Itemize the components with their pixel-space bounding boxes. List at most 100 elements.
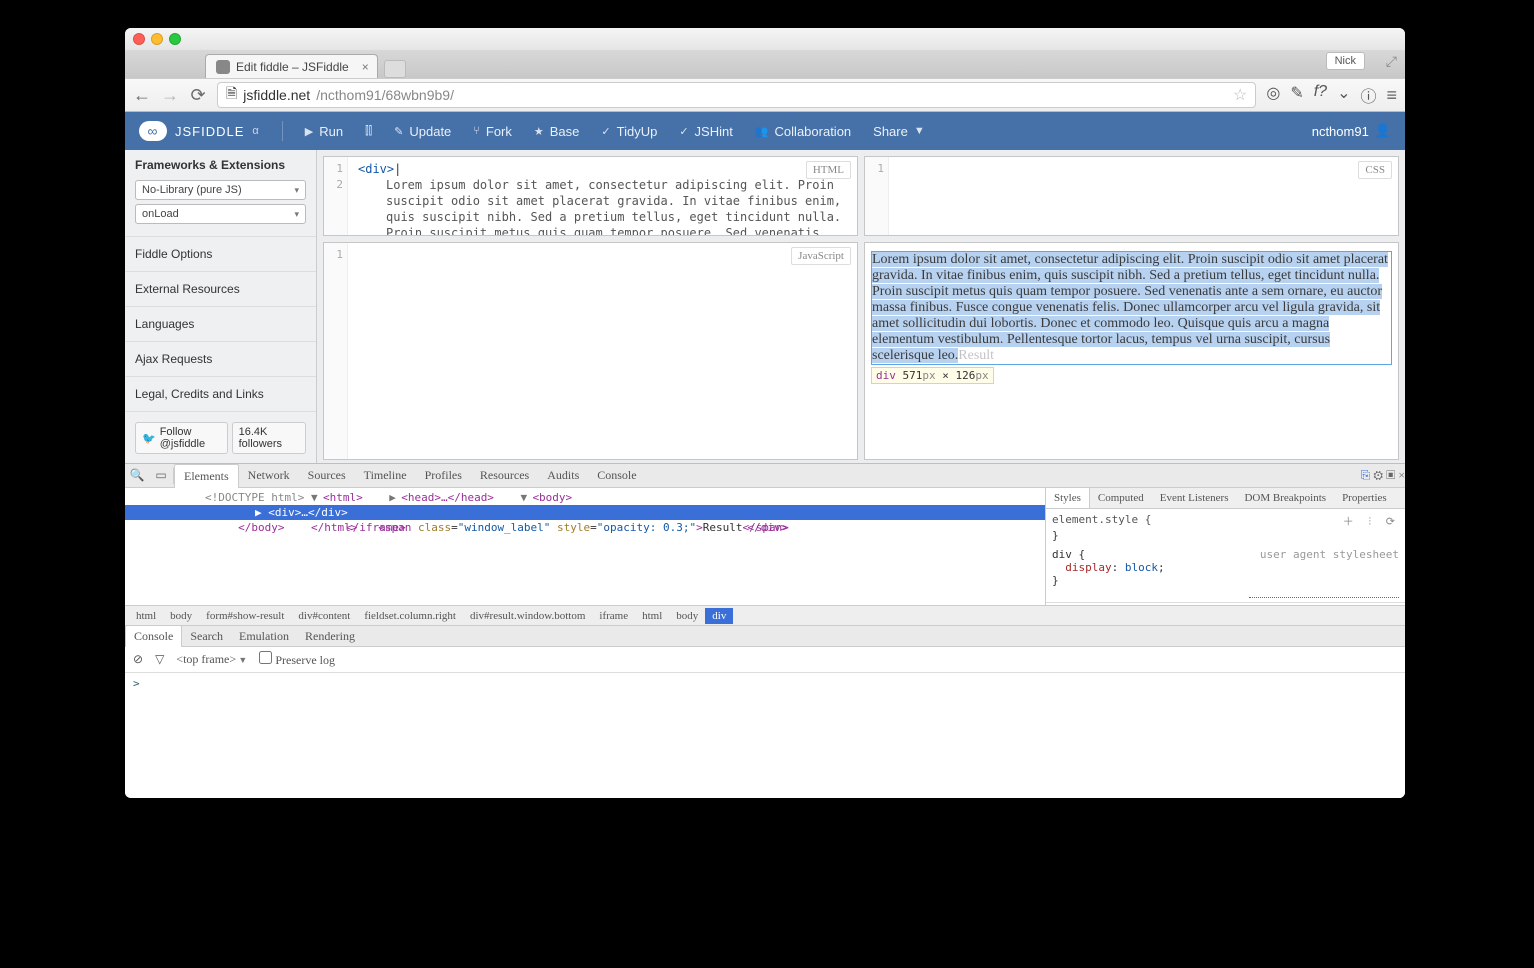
jsfiddle-header: JSFIDDLE α ▶Run ⫿⫿ ✎Update ⑂Fork ★Base ✓… <box>125 112 1405 150</box>
styles-tab-styles[interactable]: Styles <box>1046 488 1090 508</box>
people-icon: 👥 <box>755 125 769 138</box>
fork-button[interactable]: ⑂Fork <box>473 124 512 139</box>
crumb[interactable]: form#show-result <box>199 608 291 624</box>
twitter-follow-button[interactable]: 🐦Follow @jsfiddle <box>135 422 228 454</box>
sidebar-item-legal[interactable]: Legal, Credits and Links <box>125 377 316 412</box>
chrome-user-badge[interactable]: Nick <box>1326 52 1365 70</box>
url-host: jsfiddle.net <box>243 87 310 103</box>
jshint-button[interactable]: ✓JSHint <box>679 124 733 139</box>
filter-icon[interactable]: ▽ <box>155 652 164 667</box>
url-input[interactable]: 🗎 jsfiddle.net/ncthom91/68wbn9b9/ ☆ <box>217 82 1256 108</box>
stats-button[interactable]: ⫿⫿ <box>365 125 372 138</box>
frame-select[interactable]: <top frame> <box>176 652 247 667</box>
styles-panel: Styles Computed Event Listeners DOM Brea… <box>1045 488 1405 605</box>
crumb[interactable]: html <box>129 608 163 624</box>
jsfiddle-logo[interactable]: JSFIDDLE α <box>139 121 260 141</box>
ext-icon-3[interactable]: f? <box>1314 83 1327 107</box>
new-tab-button[interactable] <box>384 60 406 78</box>
fork-icon: ⑂ <box>473 125 480 137</box>
dock-icon[interactable]: ▣ <box>1386 468 1395 482</box>
elements-selected-node[interactable]: ▶ <div>…</div> <box>125 505 1045 520</box>
crumb[interactable]: fieldset.column.right <box>357 608 463 624</box>
js-pane[interactable]: JavaScript 1 <box>323 242 858 460</box>
close-devtools-icon[interactable]: × <box>1398 468 1405 482</box>
collaboration-button[interactable]: 👥Collaboration <box>755 124 851 139</box>
app-name: JSFIDDLE <box>175 124 244 139</box>
drawer-tab-rendering[interactable]: Rendering <box>297 626 363 647</box>
crumb[interactable]: html <box>635 608 669 624</box>
crumb[interactable]: iframe <box>592 608 635 624</box>
url-path: /ncthom91/68wbn9b9/ <box>316 87 454 103</box>
gear-icon[interactable]: ⚙ <box>1373 468 1383 482</box>
maximize-window-icon[interactable] <box>169 33 181 45</box>
crumb[interactable]: div#result.window.bottom <box>463 608 592 624</box>
user-icon: 👤 <box>1375 123 1391 139</box>
drawer-tab-emulation[interactable]: Emulation <box>231 626 297 647</box>
crumb-active[interactable]: div <box>705 608 733 624</box>
drawer-tabs: Console Search Emulation Rendering <box>125 625 1405 647</box>
styles-tab-dom-breakpoints[interactable]: DOM Breakpoints <box>1236 488 1334 508</box>
sidebar-item-ajax-requests[interactable]: Ajax Requests <box>125 342 316 377</box>
reload-button[interactable]: ⟳ <box>189 85 207 106</box>
drawer-tab-console[interactable]: Console <box>125 625 182 648</box>
devtools-tab-resources[interactable]: Resources <box>471 464 538 487</box>
result-pane-label: Result <box>958 348 994 363</box>
chrome-menu-icon[interactable]: ≡ <box>1386 85 1397 106</box>
devtools-tab-sources[interactable]: Sources <box>299 464 355 487</box>
styles-tab-computed[interactable]: Computed <box>1090 488 1152 508</box>
tab-close-icon[interactable]: × <box>362 60 369 74</box>
base-button[interactable]: ★Base <box>534 124 580 139</box>
html-pane[interactable]: HTML 12 <div> Lorem ipsum dolor sit amet… <box>323 156 858 236</box>
update-button[interactable]: ✎Update <box>394 124 451 139</box>
mac-titlebar <box>125 28 1405 50</box>
twitter-icon: 🐦 <box>142 432 156 445</box>
styles-tab-properties[interactable]: Properties <box>1334 488 1395 508</box>
devtools-tab-console[interactable]: Console <box>588 464 645 487</box>
elements-tree[interactable]: <!DOCTYPE html> ▼<html> ▶<head>…</head> … <box>125 488 1045 605</box>
sidebar-item-languages[interactable]: Languages <box>125 307 316 342</box>
play-icon: ▶ <box>305 125 313 138</box>
share-button[interactable]: Share ▼ <box>873 124 925 139</box>
browser-tab[interactable]: Edit fiddle – JSFiddle × <box>205 54 378 78</box>
drawer-tab-search[interactable]: Search <box>182 626 231 647</box>
device-icon[interactable]: ▭ <box>149 468 173 483</box>
browser-tabstrip: Edit fiddle – JSFiddle × Nick ⤢ <box>125 50 1405 78</box>
devtools-tab-audits[interactable]: Audits <box>538 464 588 487</box>
pane-label-js: JavaScript <box>791 247 851 265</box>
console-output[interactable]: > <box>125 673 1405 798</box>
devtools-tab-elements[interactable]: Elements <box>174 464 239 489</box>
sidebar-item-external-resources[interactable]: External Resources <box>125 272 316 307</box>
bookmark-star-icon[interactable]: ☆ <box>1233 85 1247 105</box>
devtools-tab-timeline[interactable]: Timeline <box>355 464 416 487</box>
ext-info-icon[interactable]: ⓘ <box>1360 83 1376 107</box>
check-icon: ✓ <box>601 125 610 138</box>
styles-toolbar-icons[interactable]: ＋ ⫶ ⟳ <box>1343 513 1399 529</box>
forward-button[interactable]: → <box>161 85 179 106</box>
onload-select[interactable]: onLoad▾ <box>135 204 306 224</box>
crumb[interactable]: body <box>669 608 705 624</box>
clear-console-icon[interactable]: ⊘ <box>133 652 143 667</box>
tidyup-button[interactable]: ✓TidyUp <box>601 124 657 139</box>
preserve-log-checkbox[interactable]: Preserve log <box>259 651 335 668</box>
back-button[interactable]: ← <box>133 85 151 106</box>
devtools-tab-network[interactable]: Network <box>239 464 299 487</box>
fullscreen-icon[interactable]: ⤢ <box>1386 53 1397 70</box>
run-button[interactable]: ▶Run <box>305 124 343 139</box>
jsfiddle-user[interactable]: ncthom91👤 <box>1312 123 1391 139</box>
ext-eyedropper-icon[interactable]: ✎ <box>1290 83 1303 107</box>
minimize-window-icon[interactable] <box>151 33 163 45</box>
inspect-icon[interactable]: 🔍 <box>125 468 149 483</box>
drawer-toggle-icon[interactable]: ⎘ <box>1361 468 1371 482</box>
app-suffix: α <box>252 125 259 137</box>
sidebar-item-fiddle-options[interactable]: Fiddle Options <box>125 237 316 272</box>
devtools-tab-profiles[interactable]: Profiles <box>416 464 471 487</box>
css-pane[interactable]: CSS 1 <box>864 156 1399 236</box>
crumb[interactable]: div#content <box>291 608 357 624</box>
close-window-icon[interactable] <box>133 33 145 45</box>
crumb[interactable]: body <box>163 608 199 624</box>
styles-tab-event-listeners[interactable]: Event Listeners <box>1152 488 1237 508</box>
ext-icon-1[interactable]: ◎ <box>1266 83 1280 107</box>
pane-label-html: HTML <box>806 161 851 179</box>
library-select[interactable]: No-Library (pure JS)▾ <box>135 180 306 200</box>
ext-pocket-icon[interactable]: ⌄ <box>1337 83 1350 107</box>
